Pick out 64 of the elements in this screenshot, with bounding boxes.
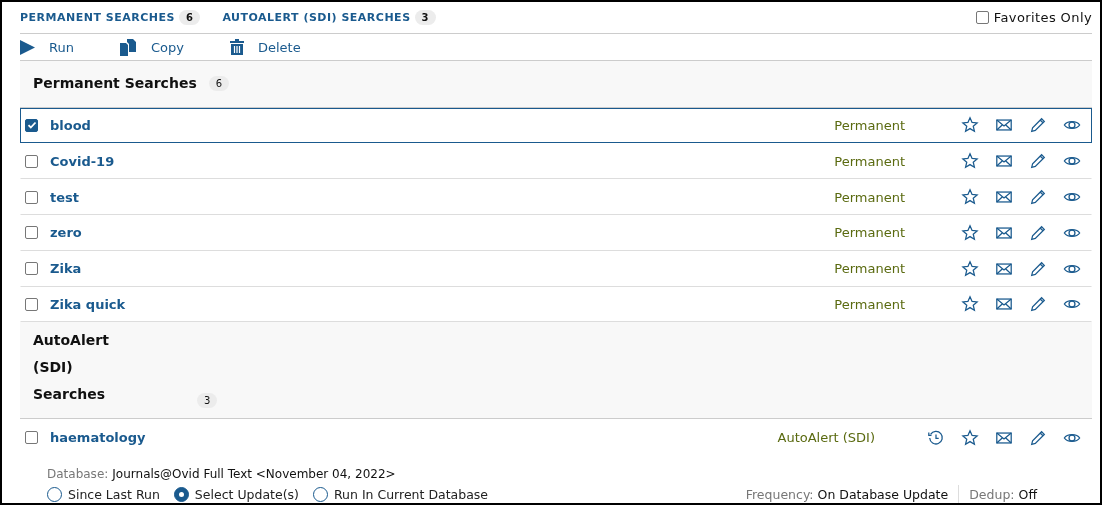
star-icon[interactable] <box>961 188 979 207</box>
radio-button[interactable] <box>47 486 62 502</box>
star-icon[interactable] <box>961 259 979 278</box>
row-checkbox[interactable] <box>25 119 38 132</box>
row-checkbox[interactable] <box>25 297 38 311</box>
dedup-label: Dedup: <box>969 486 1015 502</box>
section-tab[interactable]: PERMANENT SEARCHES 6 <box>20 10 201 25</box>
row-checkbox[interactable] <box>25 190 38 204</box>
favorites-checkbox[interactable] <box>975 11 989 24</box>
search-name[interactable]: blood <box>50 118 91 133</box>
search-name[interactable]: haematology <box>50 430 146 446</box>
search-type: Permanent <box>834 296 905 312</box>
play-icon <box>20 39 35 55</box>
count-badge: 6 <box>208 76 230 92</box>
search-type: Permanent <box>834 118 905 133</box>
pencil-icon[interactable] <box>1029 295 1047 314</box>
search-name[interactable]: Covid-19 <box>50 153 115 169</box>
pencil-icon[interactable] <box>1029 223 1047 242</box>
search-type: AutoAlert (SDI) <box>777 430 875 446</box>
run-button[interactable]: Run <box>20 39 74 55</box>
star-icon[interactable] <box>961 116 979 135</box>
favorites-label: Favorites Only <box>993 10 1092 25</box>
star-icon[interactable] <box>961 295 979 314</box>
delete-button[interactable]: Delete <box>229 39 301 56</box>
search-name[interactable]: zero <box>50 225 82 241</box>
search-name[interactable]: Zika quick <box>50 296 126 312</box>
copy-icon <box>119 38 137 56</box>
row-checkbox[interactable] <box>25 262 38 276</box>
star-icon[interactable] <box>961 152 979 171</box>
copy-button[interactable]: Copy <box>119 38 184 56</box>
database-label: Database: <box>47 467 109 481</box>
section-tab[interactable]: AUTOALERT (SDI) SEARCHES 3 <box>222 10 437 25</box>
count-badge: 3 <box>414 10 437 25</box>
frequency-value: On Database Update <box>817 486 949 502</box>
pencil-icon[interactable] <box>1029 259 1047 278</box>
pencil-icon[interactable] <box>1029 428 1047 447</box>
pencil-icon[interactable] <box>1029 116 1047 135</box>
dedup-value: Off <box>1018 486 1037 502</box>
section-title: Permanent Searches <box>33 74 197 94</box>
radio-label: Since Last Run <box>68 486 160 502</box>
search-type: Permanent <box>834 153 905 169</box>
pencil-icon[interactable] <box>1029 152 1047 171</box>
search-name[interactable]: test <box>50 189 79 205</box>
trash-icon <box>229 39 244 56</box>
pencil-icon[interactable] <box>1029 188 1047 207</box>
history-icon[interactable] <box>927 428 945 447</box>
database-value: Journals@Ovid Full Text <November 04, 2022> <box>112 467 396 481</box>
search-name[interactable]: Zika <box>50 261 82 277</box>
frequency-label: Frequency: <box>745 486 814 502</box>
count-badge: 6 <box>178 10 201 25</box>
search-type: Permanent <box>834 261 905 277</box>
star-icon[interactable] <box>961 428 979 447</box>
count-badge: 3 <box>197 393 218 409</box>
search-type: Permanent <box>834 189 905 205</box>
star-icon[interactable] <box>961 223 979 242</box>
row-checkbox[interactable] <box>25 154 38 168</box>
search-type: Permanent <box>834 225 905 241</box>
section-title: AutoAlert (SDI) Searches <box>33 331 110 405</box>
radio-label: Select Update(s) <box>194 486 299 502</box>
radio-button[interactable] <box>312 486 328 502</box>
row-checkbox[interactable] <box>25 431 38 445</box>
radio-label: Run In Current Database <box>333 486 489 502</box>
radio-button[interactable] <box>173 486 189 502</box>
row-checkbox[interactable] <box>25 226 38 240</box>
